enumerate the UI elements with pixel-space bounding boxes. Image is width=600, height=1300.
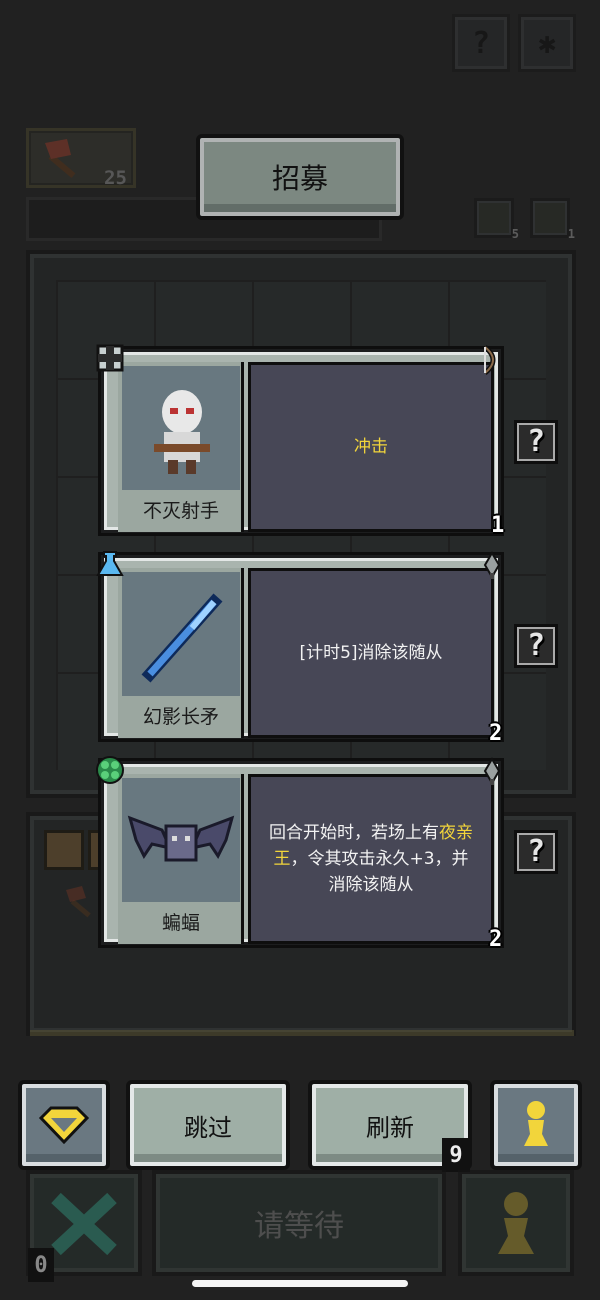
dagger-icon	[483, 551, 501, 579]
card-tier: 2	[489, 721, 503, 746]
card-description: 冲击	[248, 362, 494, 532]
card-help-button[interactable]: ?	[514, 420, 558, 464]
card-help-button[interactable]: ?	[514, 624, 558, 668]
diamond-icon	[38, 1106, 90, 1145]
card-portrait: 蝙蝠	[118, 774, 244, 944]
dagger-icon	[483, 757, 501, 785]
refresh-label: 刷新	[366, 1113, 414, 1142]
wait-button: 请等待	[152, 1170, 446, 1276]
card-help-button[interactable]: ?	[514, 830, 558, 874]
card-name: 蝙蝠	[161, 912, 200, 934]
phantom-spear-icon	[141, 593, 223, 683]
description-text: 回合开始时，若场上有	[269, 823, 439, 843]
card-tier: 2	[489, 927, 503, 952]
refresh-count: 9	[442, 1138, 470, 1172]
card-description: 回合开始时，若场上有夜亲王，令其攻击永久+3，并消除该随从	[248, 774, 494, 944]
description-text: [计时5]消除该随从	[299, 643, 443, 663]
card-portrait: 幻影长矛	[118, 568, 244, 738]
recruit-card-2[interactable]: 幻影长矛 [计时5]消除该随从 2	[96, 551, 504, 746]
card-portrait: 不灭射手	[118, 362, 244, 532]
home-indicator	[192, 1280, 408, 1287]
recruit-card-1[interactable]: 不灭射手 冲击 1	[96, 344, 505, 538]
card-description: [计时5]消除该随从	[248, 568, 494, 738]
recruit-card-3[interactable]: 蝙蝠 回合开始时，若场上有夜亲王，令其攻击永久+3，并消除该随从 2	[96, 756, 504, 952]
pawn-icon	[524, 1101, 548, 1146]
potion-flask-icon	[96, 551, 124, 576]
pawn-bottom-button	[458, 1170, 574, 1276]
clover-icon	[96, 756, 124, 784]
undying-archer-icon	[154, 390, 210, 474]
zero-count: 0	[28, 1248, 54, 1282]
skip-button[interactable]: 跳过	[126, 1080, 290, 1170]
description-text: ，令其攻击永久+3，并消除该随从	[290, 849, 469, 895]
pawn-icon	[498, 1192, 534, 1254]
gem-button[interactable]	[18, 1080, 110, 1170]
card-name: 幻影长矛	[142, 706, 219, 728]
pawn-button[interactable]	[490, 1080, 582, 1170]
keyword-text: 冲击	[354, 437, 388, 457]
card-tier: 1	[491, 513, 505, 538]
shield-cross-icon	[96, 344, 124, 372]
refresh-button[interactable]: 刷新 9	[308, 1080, 472, 1172]
card-name: 不灭射手	[142, 500, 219, 522]
bow-icon	[483, 345, 496, 375]
bat-icon	[127, 815, 235, 862]
